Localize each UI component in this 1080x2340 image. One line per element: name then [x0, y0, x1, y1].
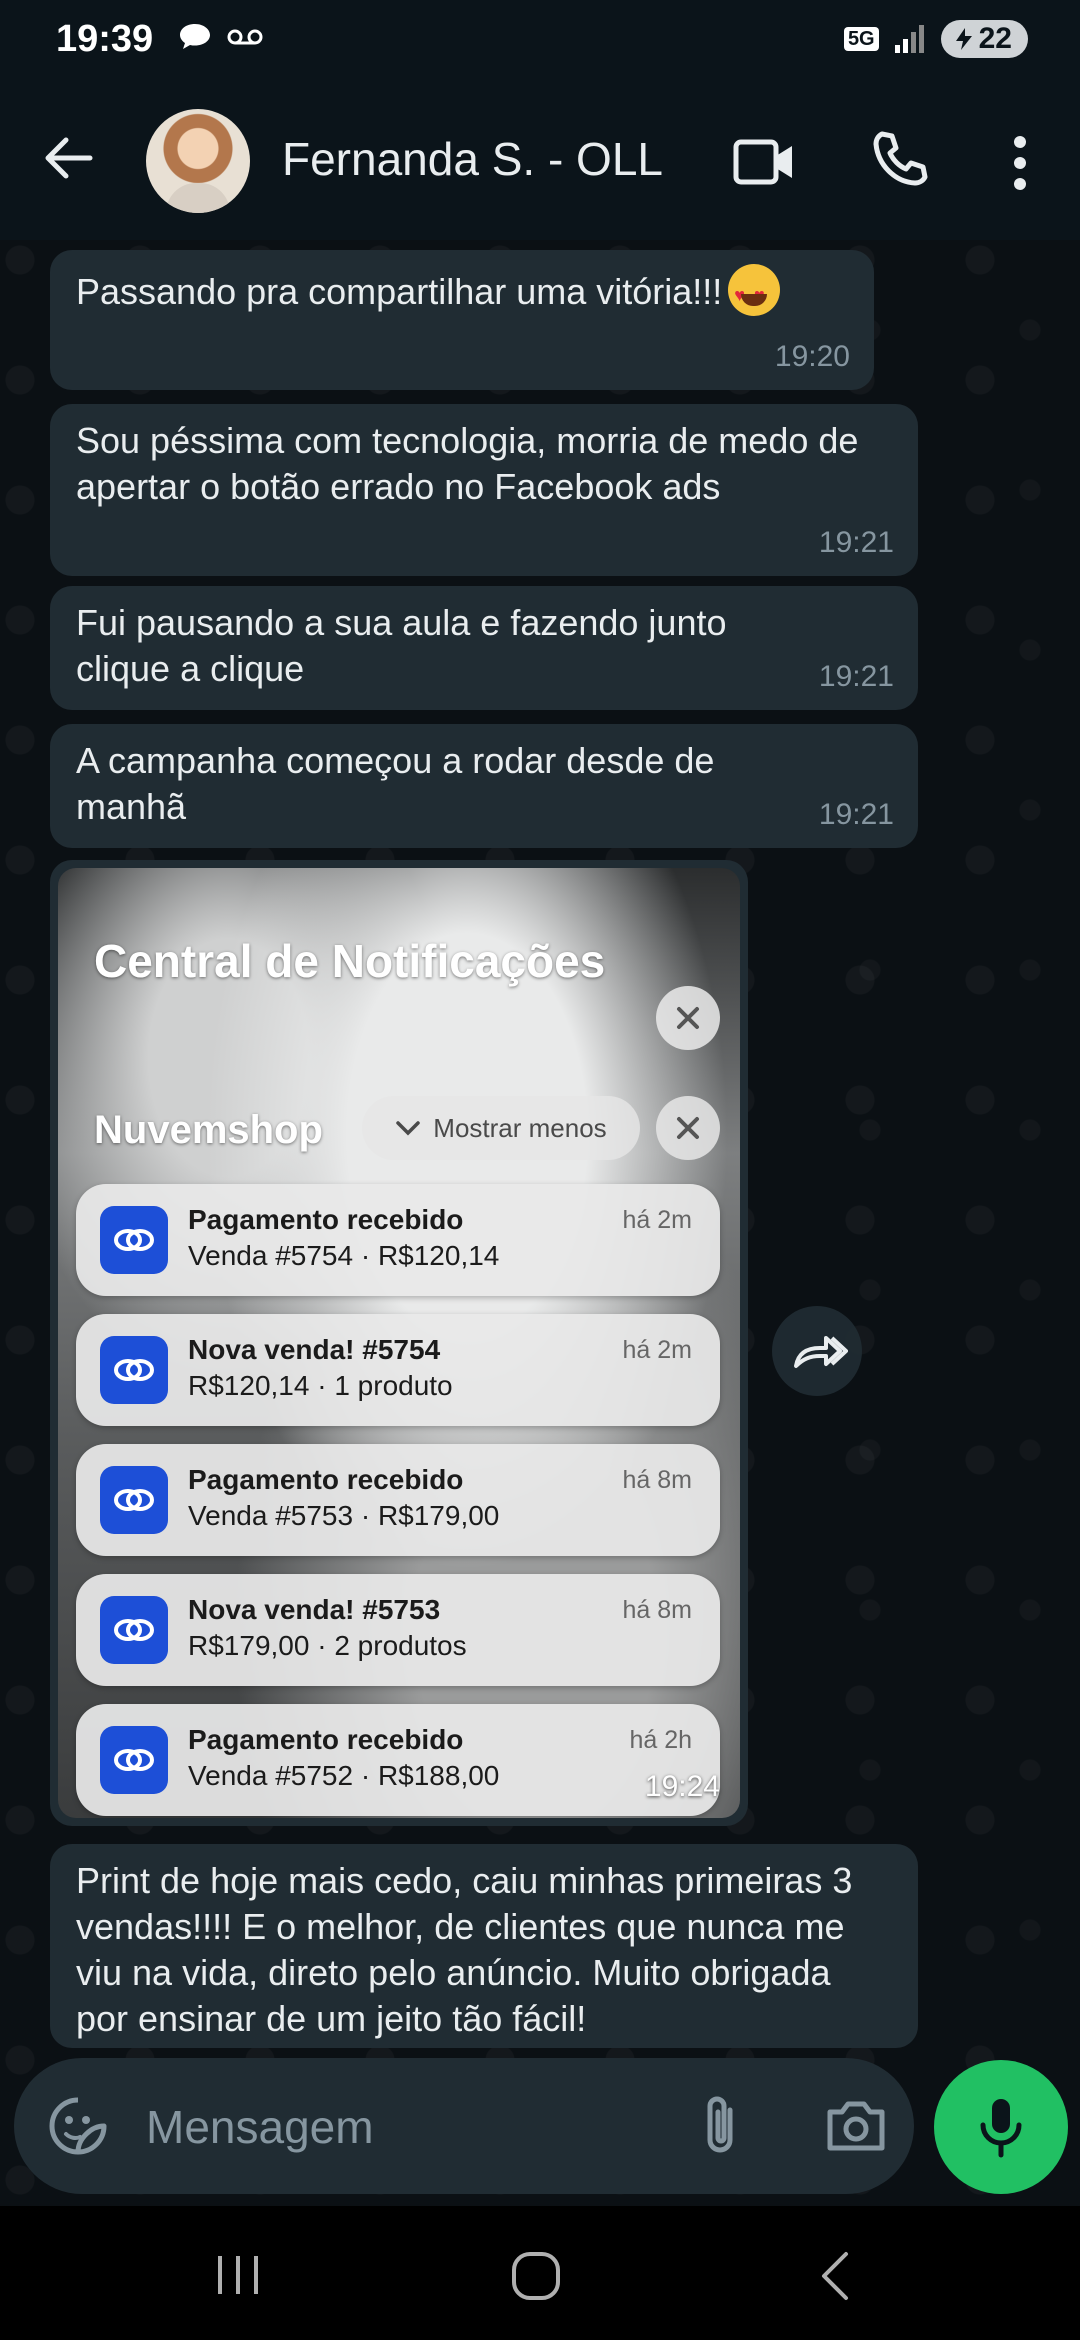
message-time: 19:21: [818, 660, 894, 693]
camera-icon: [827, 2101, 885, 2151]
show-less-pill: Mostrar menos: [362, 1096, 640, 1160]
notification-body: Venda #5753 · R$179,00: [188, 1500, 500, 1531]
recents-icon: [218, 2256, 258, 2294]
status-notification-icons: [178, 22, 264, 52]
nuvemshop-app-icon: [100, 1466, 168, 1534]
video-camera-icon: [733, 139, 792, 185]
battery-level: 22: [978, 22, 1012, 55]
battery-indicator: 22: [940, 20, 1028, 58]
notification-group-close: [656, 1096, 720, 1160]
back-button[interactable]: [38, 128, 98, 198]
notification-title: Nova venda! #5754: [188, 1334, 441, 1365]
attach-button[interactable]: [694, 2092, 750, 2160]
message-time: 19:21: [818, 798, 894, 831]
contact-name[interactable]: Fernanda S. - OLL: [282, 132, 663, 186]
nuvemshop-app-icon: [100, 1336, 168, 1404]
notification-card: Nova venda! #5753 R$179,00 · 2 produtos …: [76, 1574, 720, 1686]
system-nav-bar: [0, 2206, 1080, 2340]
show-less-label: Mostrar menos: [433, 1112, 607, 1143]
notification-card: Pagamento recebido Venda #5753 · R$179,0…: [76, 1444, 720, 1556]
kebab-menu-icon: [1014, 136, 1026, 190]
notification-title: Pagamento recebido: [188, 1204, 464, 1235]
close-icon: [677, 1007, 699, 1029]
nuvemshop-app-icon: [100, 1596, 168, 1664]
arrow-left-icon: [45, 137, 93, 179]
notification-center-close: [656, 986, 720, 1050]
paperclip-icon: [707, 2096, 733, 2153]
recents-button[interactable]: [208, 2250, 268, 2300]
message-text: Passando pra compartilhar uma vitória!!!: [76, 271, 723, 312]
voice-call-button[interactable]: [868, 128, 932, 192]
notification-title: Pagamento recebido: [188, 1464, 464, 1495]
video-call-button[interactable]: [732, 134, 796, 190]
message-text: Sou péssima com tecnologia, morria de me…: [76, 420, 859, 507]
message-time: 19:24: [644, 1770, 720, 1803]
status-bar: 19:39 5G 22: [0, 0, 1080, 84]
notification-group-name: Nuvemshop: [94, 1108, 323, 1152]
nuvemshop-app-icon: [100, 1206, 168, 1274]
notification-time: há 8m: [622, 1596, 692, 1624]
notification-screenshot[interactable]: Central de Notificações Nuvemshop Mostra…: [58, 868, 740, 1818]
message-text: Fui pausando a sua aula e fazendo junto …: [76, 602, 727, 689]
notification-time: há 2m: [622, 1206, 692, 1234]
message-bubble[interactable]: A campanha começou a rodar desde de manh…: [50, 724, 918, 848]
phone-icon: [873, 131, 928, 186]
notification-time: há 2m: [622, 1336, 692, 1364]
heart-eyes-emoji-icon: [728, 264, 781, 318]
forward-button[interactable]: [772, 1306, 862, 1396]
network-type: 5G: [843, 27, 879, 51]
chevron-down-icon: [396, 1121, 421, 1136]
signal-icon: [894, 25, 924, 53]
chat-header: Fernanda S. - OLL: [0, 84, 1080, 240]
image-message[interactable]: Central de Notificações Nuvemshop Mostra…: [50, 860, 748, 1826]
message-input[interactable]: [144, 2094, 688, 2160]
sticker-emoji-icon: [49, 2097, 107, 2155]
close-icon: [677, 1117, 699, 1139]
microphone-icon: [980, 2099, 1022, 2158]
message-bubble[interactable]: Print de hoje mais cedo, caiu minhas pri…: [50, 1844, 918, 2048]
message-composer: [14, 2058, 914, 2194]
notification-center-title: Central de Notificações: [94, 935, 606, 987]
voice-message-button[interactable]: [934, 2060, 1068, 2194]
message-time: 19:21: [818, 526, 894, 559]
home-icon: [512, 2252, 560, 2300]
chevron-left-icon: [822, 2252, 848, 2300]
camera-button[interactable]: [824, 2096, 888, 2156]
forward-icon: [794, 1336, 848, 1368]
message-text: A campanha começou a rodar desde de manh…: [76, 740, 715, 827]
status-system-icons: 5G 22: [843, 20, 1028, 58]
voicemail-icon: [227, 29, 263, 45]
chat-notification-icon: [180, 24, 210, 49]
notification-time: há 8m: [622, 1466, 692, 1494]
message-bubble[interactable]: Fui pausando a sua aula e fazendo junto …: [50, 586, 918, 710]
status-time: 19:39: [56, 18, 154, 60]
contact-avatar[interactable]: [146, 109, 250, 213]
emoji-button[interactable]: [48, 2096, 108, 2156]
notification-card: Pagamento recebido Venda #5754 · R$120,1…: [76, 1184, 720, 1296]
nav-back-button[interactable]: [810, 2248, 860, 2304]
message-text: Print de hoje mais cedo, caiu minhas pri…: [76, 1860, 853, 2039]
more-options-button[interactable]: [1000, 128, 1040, 198]
notification-card: Pagamento recebido Venda #5752 · R$188,0…: [76, 1704, 720, 1816]
message-time: 19:20: [774, 340, 850, 373]
notification-body: Venda #5752 · R$188,00: [188, 1760, 500, 1791]
message-bubble[interactable]: Passando pra compartilhar uma vitória!!!…: [50, 250, 874, 390]
notification-body: Venda #5754 · R$120,14: [188, 1240, 500, 1271]
notification-body: R$120,14 · 1 produto: [188, 1370, 453, 1401]
home-button[interactable]: [508, 2248, 564, 2304]
notification-title: Nova venda! #5753: [188, 1594, 441, 1625]
notification-title: Pagamento recebido: [188, 1724, 464, 1755]
notification-body: R$179,00 · 2 produtos: [188, 1630, 467, 1661]
notification-time: há 2h: [629, 1726, 692, 1754]
battery-saver-icon: [955, 28, 972, 50]
notification-card: Nova venda! #5754 R$120,14 · 1 produto h…: [76, 1314, 720, 1426]
message-bubble[interactable]: Sou péssima com tecnologia, morria de me…: [50, 404, 918, 576]
nuvemshop-app-icon: [100, 1726, 168, 1794]
